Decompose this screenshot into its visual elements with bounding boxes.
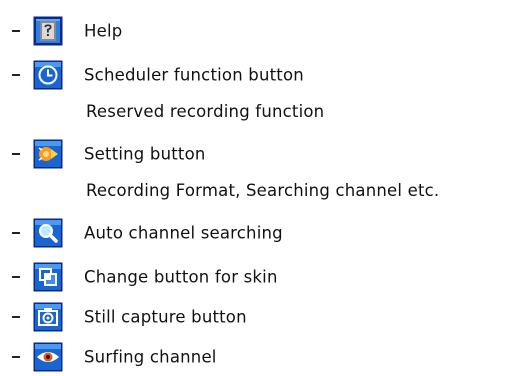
bullet-dash — [12, 232, 20, 234]
magnifier-icon[interactable] — [33, 218, 63, 248]
scheduler-label: Scheduler function button — [84, 65, 304, 85]
auto-search-label: Auto channel searching — [84, 223, 283, 243]
capture-label: Still capture button — [84, 307, 247, 327]
bullet-dash — [12, 74, 20, 76]
setting-description: Recording Format, Searching channel etc. — [86, 181, 440, 200]
eye-icon[interactable] — [33, 342, 63, 372]
setting-label: Setting button — [84, 144, 206, 164]
bullet-dash — [12, 30, 20, 32]
setting-icon[interactable] — [33, 139, 63, 169]
bullet-dash — [12, 316, 20, 318]
bullet-dash — [12, 153, 20, 155]
bullet-dash — [12, 276, 20, 278]
surfing-label: Surfing channel — [84, 347, 217, 367]
help-icon[interactable] — [33, 16, 63, 46]
help-label: Help — [84, 21, 123, 41]
skin-change-icon[interactable] — [33, 262, 63, 292]
bullet-dash — [12, 356, 20, 358]
clock-icon[interactable] — [33, 60, 63, 90]
skin-label: Change button for skin — [84, 267, 278, 287]
scheduler-description: Reserved recording function — [86, 102, 325, 121]
camera-icon[interactable] — [33, 302, 63, 332]
